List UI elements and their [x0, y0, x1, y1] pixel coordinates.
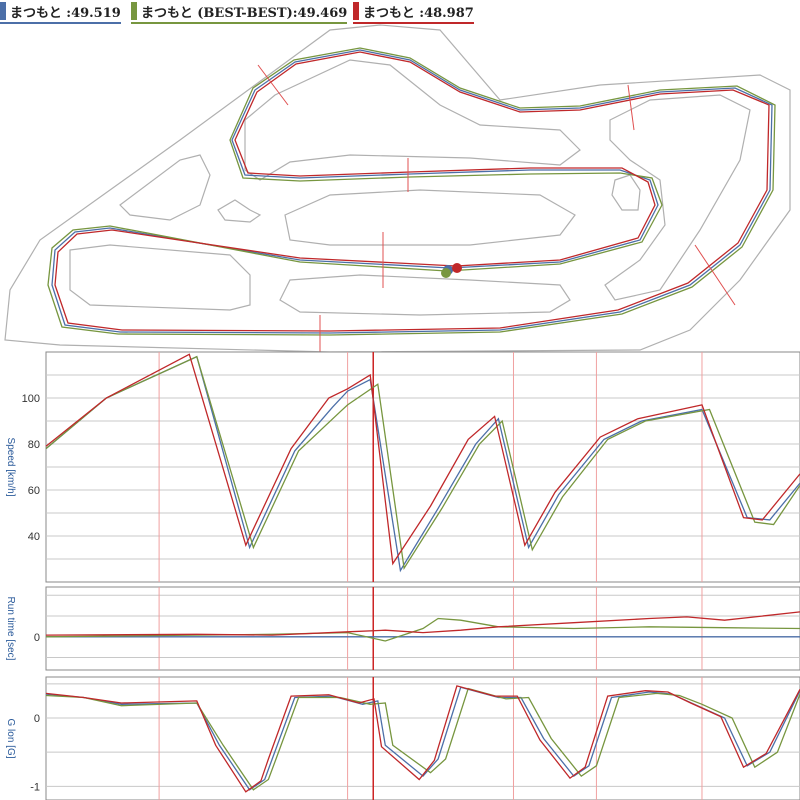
racing-line-series-3: [54, 51, 770, 332]
track-inner-outline-left: [119, 154, 211, 221]
legend-label-3: まつもと :48.987: [363, 6, 474, 21]
y-tick-label: 80: [28, 439, 40, 451]
y-tick-label: 60: [28, 485, 40, 497]
track-map: [4, 24, 791, 353]
racing-line-series-1: [51, 49, 773, 334]
chart-panel-glon[interactable]: -1 0 G lon [G]: [5, 676, 800, 800]
track-inner-outline-mid: [284, 189, 576, 246]
legend-label-1: まつもと :49.519: [10, 6, 121, 21]
legend-swatch-3: [353, 2, 359, 20]
y-axis-label: Speed [km/h]: [5, 438, 16, 497]
legend-underline-1: [0, 22, 121, 24]
legend-item-1[interactable]: まつもと :49.519: [0, 2, 121, 24]
legend-underline-2: [131, 22, 348, 24]
y-tick-label: 40: [28, 531, 40, 543]
chart-panel-speed[interactable]: 40 60 80 100 Speed [km/h]: [5, 351, 800, 583]
track-inner-outline-lower: [69, 244, 251, 311]
track-outer-outline: [4, 24, 791, 353]
legend-item-2[interactable]: まつもと (BEST-BEST):49.469: [131, 2, 348, 24]
legend-swatch-1: [0, 2, 6, 20]
chart-panel-runtime[interactable]: 0 Run time [sec]: [5, 586, 800, 671]
track-inner-outline-hairpin: [611, 174, 641, 211]
track-inner-outline-bottom: [279, 274, 571, 316]
legend-label-2: まつもと (BEST-BEST):49.469: [141, 6, 348, 21]
legend-swatch-2: [131, 2, 137, 20]
telemetry-charts[interactable]: 40 60 80 100 Speed [km/h] 0 Run time [sec] -1 0 G…: [5, 351, 800, 800]
y-axis-label: G lon [G]: [5, 718, 16, 758]
y-tick-label: 0: [34, 713, 40, 725]
y-tick-label: 0: [34, 632, 40, 644]
telemetry-figure: 40 60 80 100 Speed [km/h] 0 Run time [sec] -1 0 G…: [4, 24, 800, 800]
y-tick-label: 100: [22, 393, 40, 405]
legend-underline-3: [353, 22, 474, 24]
legend-item-3[interactable]: まつもと :48.987: [353, 2, 474, 24]
position-marker-series-3[interactable]: [452, 263, 462, 273]
sector-marker-3: [627, 84, 635, 131]
track-inner-outline-top: [244, 59, 581, 181]
legend: まつもと :49.519 まつもと (BEST-BEST):49.469 まつも…: [0, 0, 800, 24]
track-inner-outline-top-left: [217, 199, 262, 223]
position-marker-series-2[interactable]: [441, 268, 451, 278]
y-tick-label: -1: [30, 781, 40, 793]
y-axis-label: Run time [sec]: [5, 597, 16, 661]
track-inner-outline-right: [604, 94, 751, 301]
